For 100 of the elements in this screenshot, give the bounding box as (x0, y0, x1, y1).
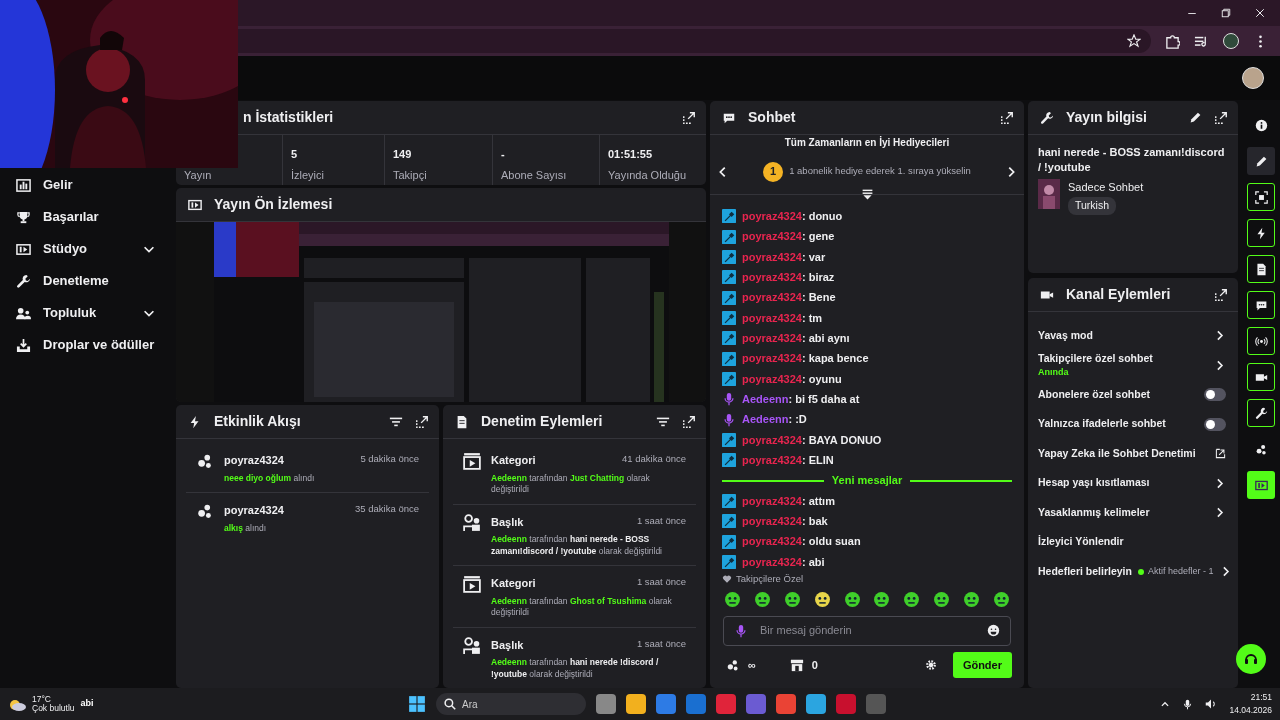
info-icon (1254, 118, 1268, 132)
bookmark-star-icon[interactable] (1127, 34, 1141, 48)
emote-icon[interactable] (843, 590, 861, 608)
event-description: neee diyo oğlum alındı (224, 472, 316, 485)
chat-overlay-text: abi (80, 699, 94, 709)
sidebar-item[interactable]: Gelir (0, 169, 172, 201)
toggle-switch[interactable] (1204, 388, 1226, 402)
panel-title: Yayın Ön İzlemesi (214, 195, 334, 214)
emote-icon[interactable] (992, 590, 1010, 608)
emote-icon[interactable] (724, 590, 741, 608)
message-text-input[interactable]: Bir mesaj gönderin (758, 621, 977, 640)
timestamp: 5 dakika önce (360, 452, 419, 467)
popout-icon[interactable] (1214, 110, 1228, 125)
temperature[interactable]: 17°C (32, 694, 75, 704)
sidebar-item[interactable]: Denetleme (0, 265, 172, 297)
action-label[interactable]: Takipçilere özel sohbet (1038, 350, 1207, 367)
tag[interactable]: Turkish (1068, 197, 1117, 215)
people-icon (16, 305, 31, 321)
taskbar-app-icon[interactable] (716, 694, 736, 714)
dots-icon (726, 657, 740, 672)
wrench-button[interactable] (1247, 399, 1275, 427)
channel-action[interactable]: Yalnızca ifadelerle sohbet (1028, 409, 1238, 439)
popout-icon[interactable] (682, 414, 696, 429)
emote-icon[interactable] (783, 590, 801, 608)
clock-time[interactable]: 21:51 (1229, 691, 1272, 704)
speaker-icon[interactable] (1205, 698, 1218, 710)
channel-action[interactable]: Abonelere özel sohbet (1028, 380, 1238, 410)
channel-action[interactable]: Hesap yaşı kısıtlaması (1028, 468, 1238, 498)
moderator-badge-icon (722, 555, 736, 569)
popout-icon[interactable] (1000, 110, 1014, 125)
moderator-badge-icon (722, 494, 736, 508)
settings-icon[interactable] (924, 658, 937, 671)
profile-avatar[interactable] (1223, 33, 1239, 49)
channel-action[interactable]: İzleyici Yönlendir (1028, 527, 1238, 557)
video-box-icon (463, 575, 481, 594)
extensions-icon[interactable] (1165, 33, 1180, 49)
taskbar-app-icon[interactable] (596, 694, 616, 714)
event-title: Başlık (491, 514, 524, 530)
popout-icon[interactable] (1214, 287, 1228, 302)
wrench-icon (1254, 406, 1268, 420)
emote-icon[interactable] (873, 590, 891, 608)
weather-text[interactable]: Çok bulutlu (32, 704, 75, 714)
support-button[interactable] (1236, 644, 1266, 674)
channel-action[interactable]: Yasaklanmış kelimeler (1028, 498, 1238, 528)
clock-date[interactable]: 14.04.2026 (1229, 704, 1272, 717)
microphone-icon (722, 392, 736, 407)
document-button[interactable] (1247, 255, 1275, 283)
timestamp: 1 saat önce (636, 636, 686, 651)
sidebar-item[interactable]: Stüdyo (0, 233, 172, 265)
taskbar-search[interactable]: Ara (436, 693, 586, 715)
user-avatar[interactable] (1242, 67, 1264, 89)
message-input[interactable]: Bir mesaj gönderin (723, 615, 1011, 646)
popout-icon[interactable] (415, 414, 429, 429)
store-icon[interactable] (789, 657, 804, 672)
emote-icon[interactable] (903, 590, 921, 608)
sidebar-item[interactable]: Başarılar (0, 201, 172, 233)
emote-icon[interactable] (963, 590, 980, 608)
chevron-up-icon[interactable] (1160, 699, 1171, 709)
chat-button[interactable] (1247, 291, 1275, 319)
chat-message: poyraz4324: var (742, 249, 826, 265)
popout-icon[interactable] (682, 110, 696, 125)
emote-set-label: Takipçilere Özel (736, 572, 804, 587)
edit-button[interactable] (1247, 147, 1275, 175)
taskbar-app-icon[interactable] (626, 694, 646, 714)
broadcast-button[interactable] (1247, 327, 1275, 355)
emote-icon[interactable] (933, 590, 951, 608)
edit-icon[interactable] (1189, 111, 1202, 124)
chat-message: poyraz4324: kapa bence (742, 351, 869, 367)
channel-action[interactable]: Yavaş mod (1028, 321, 1238, 351)
emoji-icon[interactable] (987, 624, 1000, 637)
action-label[interactable]: Hedefleri belirleyin (1038, 563, 1132, 580)
camera-layout-button[interactable] (1247, 363, 1275, 391)
sidebar-item[interactable]: Topluluk (0, 297, 172, 329)
cloud-icon[interactable] (8, 697, 26, 711)
restore-icon[interactable] (1220, 7, 1232, 19)
action-status: Aktif hedefler - 1 (1147, 565, 1214, 578)
bolt-button[interactable] (1247, 219, 1275, 247)
send-button[interactable]: Gönder (952, 651, 1012, 678)
emote-icon[interactable] (753, 590, 771, 608)
start-icon[interactable] (408, 695, 426, 713)
taskbar-app-icon[interactable] (656, 694, 676, 714)
sidebar-item[interactable]: Droplar ve ödüller (0, 329, 172, 361)
clapperboard-button[interactable] (1247, 471, 1275, 499)
stat-label: Abone Sayısı (501, 168, 568, 183)
screen-capture-button[interactable] (1247, 183, 1275, 211)
emote-icon[interactable] (813, 590, 831, 608)
collapse-icon[interactable] (860, 188, 874, 201)
category-art-icon[interactable] (1038, 178, 1060, 209)
microphone-icon[interactable] (1182, 698, 1194, 710)
channel-action[interactable]: Yapay Zeka ile Sohbet Denetimi (1028, 439, 1238, 469)
taskbar-app-icon[interactable] (776, 694, 796, 714)
taskbar-app-icon[interactable] (746, 694, 766, 714)
close-icon[interactable] (1254, 7, 1266, 19)
moderator-badge-icon (722, 371, 736, 386)
taskbar-app-icon[interactable] (686, 694, 706, 714)
stat-label: İzleyici (291, 168, 325, 183)
heart-icon (722, 574, 732, 585)
toggle-switch[interactable] (1204, 417, 1226, 431)
taskbar-app-icon[interactable] (806, 694, 826, 714)
store-count: 0 (811, 657, 818, 673)
